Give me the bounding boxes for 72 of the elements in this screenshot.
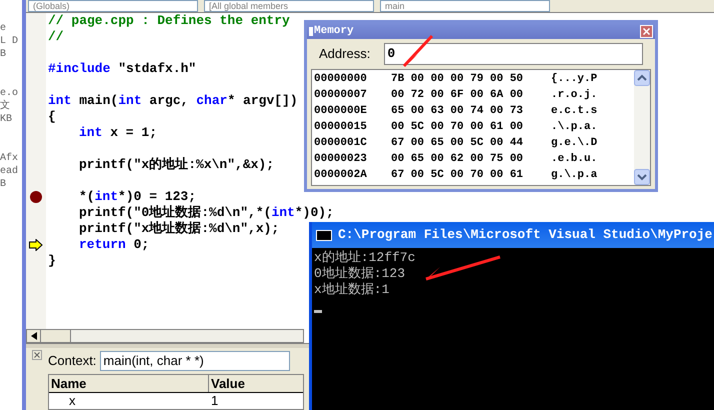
console-output-line: x的地址:12ff7c <box>314 250 416 266</box>
file-view-item[interactable]: B <box>0 48 6 61</box>
console-output-line: 0地址数据:123 <box>314 266 406 282</box>
variable-name-cell-text: x <box>68 393 76 409</box>
context-label: Context: <box>48 352 96 370</box>
memory-address-cell-text: 00000023 <box>314 152 368 167</box>
memory-ascii-cell-text: g.\.p.a <box>551 168 598 183</box>
scroll-up-icon[interactable] <box>634 70 650 86</box>
memory-ascii-cell-text: g.e.\.D <box>551 136 598 151</box>
file-view-item[interactable]: e.o <box>0 87 18 100</box>
breakpoint-icon[interactable] <box>30 191 42 203</box>
file-view-item[interactable]: KB <box>0 113 12 126</box>
code-line: int x = 1; <box>79 125 158 140</box>
code-line: printf("x地址数据:%d\n",x); <box>79 221 280 236</box>
memory-bytes-cell-text: 65 00 63 00 74 00 73 <box>391 104 524 119</box>
code-line: printf("x的地址:%x\n",&x); <box>79 157 274 172</box>
close-icon[interactable] <box>32 350 42 360</box>
scroll-left-icon[interactable] <box>27 330 41 342</box>
memory-address-cell-text: 0000000E <box>314 104 368 119</box>
column-header[interactable]: Name <box>49 375 209 392</box>
console-app-icon <box>316 230 332 240</box>
scroll-down-icon[interactable] <box>634 169 650 185</box>
file-view-item[interactable]: L D <box>0 35 18 48</box>
memory-bytes-cell-text: 67 00 65 00 5C 00 44 <box>391 136 524 151</box>
file-view-item[interactable]: Afx <box>0 152 18 165</box>
memory-bytes-cell-text: 00 5C 00 70 00 61 00 <box>391 120 524 135</box>
variable-value-cell-text: 1 <box>210 393 220 409</box>
current-line-arrow-icon <box>29 239 43 251</box>
file-view-item[interactable]: ead <box>0 165 18 178</box>
memory-address-cell-text: 00000000 <box>314 72 368 87</box>
code-line: int main(int argc, char* argv[]) <box>48 93 298 108</box>
close-icon <box>643 28 650 34</box>
memory-bytes-cell-text: 00 65 00 62 00 75 00 <box>391 152 524 167</box>
file-view-item[interactable]: e <box>0 22 6 35</box>
horizontal-scrollbar[interactable] <box>26 329 304 343</box>
memory-bytes-cell-text: 67 00 5C 00 70 00 61 <box>391 168 524 183</box>
address-field[interactable]: 0 <box>384 43 643 65</box>
combo-box[interactable]: (Globals) <box>28 0 198 12</box>
memory-address-cell-text: 0000001C <box>314 136 368 151</box>
memory-ascii-cell-text: .\.p.a. <box>551 120 598 135</box>
combo-box[interactable]: [All global members <box>204 0 374 12</box>
vertical-scrollbar[interactable] <box>634 70 650 185</box>
file-view-item[interactable]: B <box>0 178 6 191</box>
memory-bytes-cell-text: 7B 00 00 00 79 00 50 <box>391 72 524 87</box>
code-line: #include "stdafx.h" <box>48 61 196 76</box>
code-line: } <box>48 253 56 268</box>
memory-ascii-cell-text: .r.o.j. <box>551 88 598 103</box>
memory-ascii-cell-text: .e.b.u. <box>551 152 598 167</box>
console-cursor <box>314 310 322 313</box>
code-line: // <box>48 29 64 44</box>
code-line: *(int*)0 = 123; <box>79 189 196 204</box>
file-view-item[interactable]: 文 <box>0 100 10 113</box>
window-icon <box>309 26 313 36</box>
window-title: Memory <box>314 24 354 39</box>
memory-address-cell-text: 0000002A <box>314 168 368 183</box>
window-title: C:\Program Files\Microsoft Visual Studio\MyProje <box>338 226 712 244</box>
column-header[interactable]: Value <box>209 375 299 392</box>
memory-address-cell-text: 00000015 <box>314 120 368 135</box>
memory-ascii-cell-text: {...y.P <box>551 72 598 87</box>
scroll-thumb[interactable] <box>41 330 71 342</box>
combo-box[interactable]: main <box>380 0 550 12</box>
code-line: printf("0地址数据:%d\n",*(int*)0); <box>79 205 334 220</box>
code-line: return 0; <box>79 237 150 252</box>
context-field[interactable]: main(int, char * *) <box>100 351 290 371</box>
memory-address-cell-text: 00000007 <box>314 88 368 103</box>
code-line: { <box>48 109 56 124</box>
code-line: // page.cpp : Defines the entry <box>48 13 290 28</box>
console-output-line: x地址数据:1 <box>314 282 390 298</box>
memory-ascii-cell-text: e.c.t.s <box>551 104 598 119</box>
address-label: Address: <box>319 45 370 64</box>
close-button[interactable] <box>640 24 653 38</box>
memory-bytes-cell-text: 00 72 00 6F 00 6A 00 <box>391 88 524 103</box>
